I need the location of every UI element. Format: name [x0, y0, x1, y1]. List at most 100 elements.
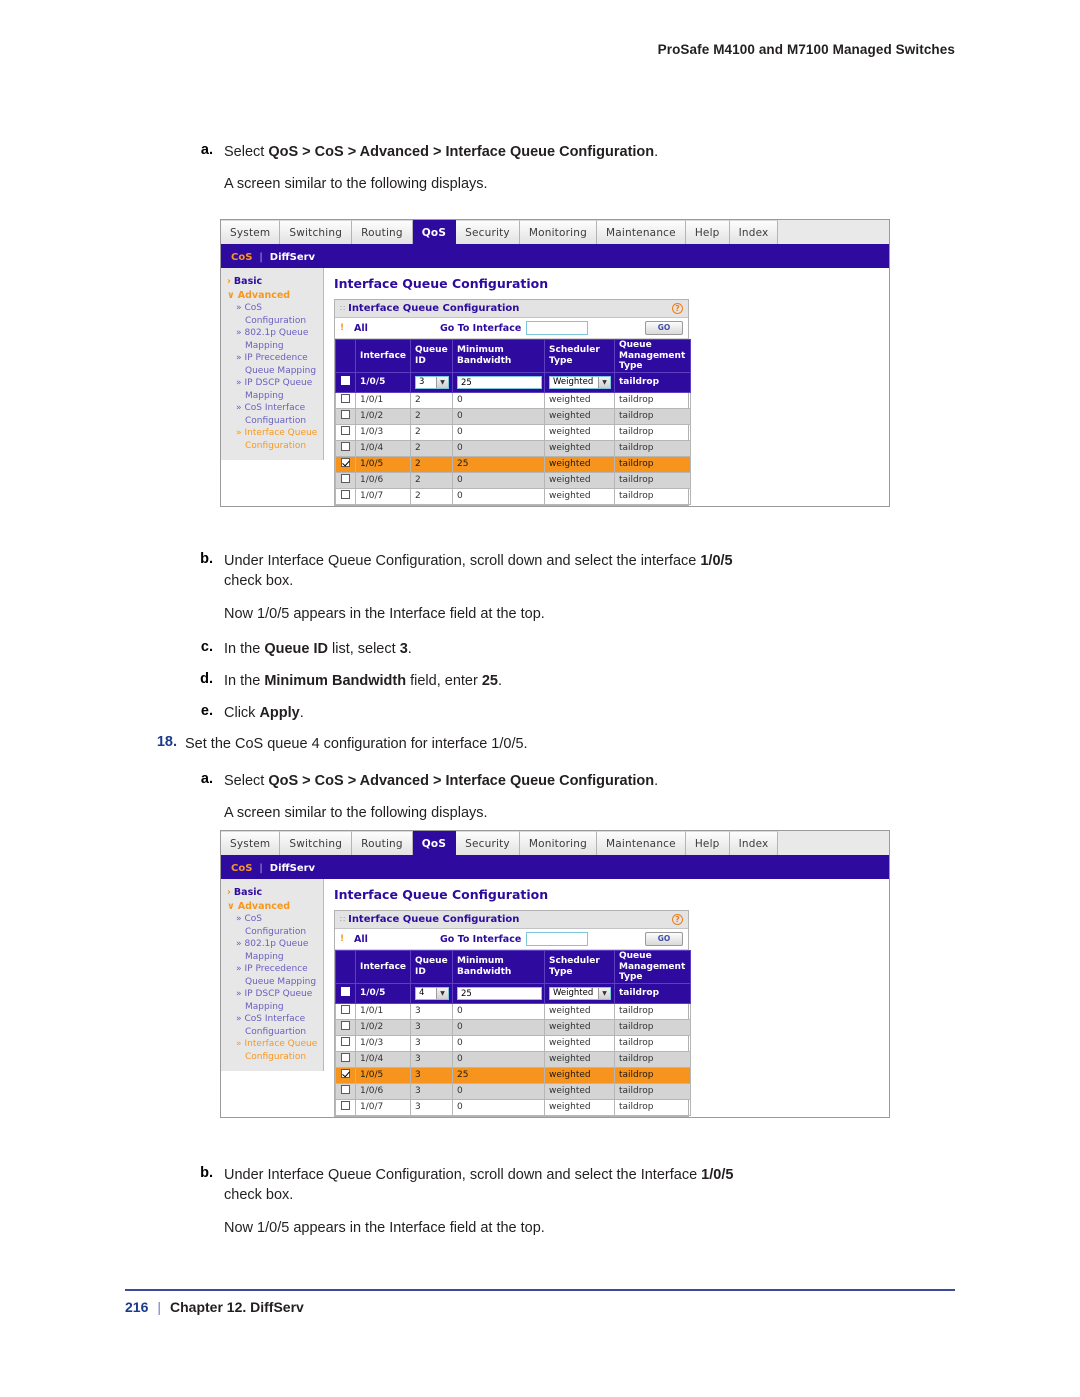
tab-switching[interactable]: Switching	[280, 831, 353, 855]
row-checkbox[interactable]	[341, 1069, 350, 1078]
tab-monitoring[interactable]: Monitoring	[519, 831, 597, 855]
table-row[interactable]: 1/0/5 2 25 weighted taildrop	[335, 455, 691, 473]
sidebar-item-cos[interactable]: » CoS Configuration	[227, 302, 323, 327]
row-checkbox-cell[interactable]	[335, 1018, 356, 1036]
row-checkbox[interactable]	[341, 442, 350, 451]
sidebar-item-ip-precedence[interactable]: » IP Precedence Queue Mapping	[227, 352, 323, 377]
tab-security[interactable]: Security	[456, 831, 520, 855]
row-checkbox[interactable]	[341, 1101, 350, 1110]
min-bandwidth-input[interactable]: 25	[457, 375, 542, 389]
table-row[interactable]: 1/0/6 3 0 weighted taildrop	[335, 1082, 691, 1100]
tab-system[interactable]: System	[221, 220, 281, 244]
sidebar-item-advanced[interactable]: ∨ Advanced	[227, 289, 323, 303]
row-checkbox[interactable]	[341, 410, 350, 419]
row-checkbox[interactable]	[341, 394, 350, 403]
table-row[interactable]: 1/0/2 2 0 weighted taildrop	[335, 407, 691, 425]
table-row[interactable]: 1/0/7 3 0 weighted taildrop	[335, 1098, 691, 1116]
sidebar-item-basic[interactable]: › Basic	[227, 886, 323, 900]
row-checkbox-cell[interactable]	[335, 1050, 356, 1068]
subnav-item-diffserv[interactable]: DiffServ	[270, 863, 315, 874]
tab-monitoring[interactable]: Monitoring	[519, 220, 597, 244]
sidebar-item-ip-precedence[interactable]: » IP Precedence Queue Mapping	[227, 963, 323, 988]
row-checkbox-cell[interactable]	[335, 1002, 356, 1020]
row-checkbox-cell[interactable]	[335, 371, 356, 393]
tab-maintenance[interactable]: Maintenance	[596, 220, 686, 244]
tab-help[interactable]: Help	[685, 831, 730, 855]
scheduler-type-select[interactable]: Weighted ▼	[549, 375, 611, 389]
tab-qos[interactable]: QoS	[412, 220, 457, 244]
table-row[interactable]: 1/0/3 3 0 weighted taildrop	[335, 1034, 691, 1052]
filter-all-label[interactable]: All	[354, 934, 440, 945]
table-row[interactable]: 1/0/1 3 0 weighted taildrop	[335, 1002, 691, 1020]
sidebar-item-802-1p-queue[interactable]: » 802.1p Queue Mapping	[227, 938, 323, 963]
go-button[interactable]: GO	[645, 321, 683, 335]
edit-min-bandwidth-cell[interactable]: 25	[452, 982, 545, 1004]
sidebar-item-interface-queue[interactable]: » Interface Queue Configuration	[227, 427, 323, 452]
min-bandwidth-input[interactable]: 25	[457, 986, 542, 1000]
queue-id-select[interactable]: 3 ▼	[415, 375, 449, 389]
subnav-item-cos[interactable]: CoS	[231, 863, 252, 874]
go-to-interface-input[interactable]	[526, 932, 589, 946]
edit-queue-id-cell[interactable]: 3 ▼	[410, 371, 453, 393]
tab-help[interactable]: Help	[685, 220, 730, 244]
sidebar-item-ip-dscp-queue[interactable]: » IP DSCP Queue Mapping	[227, 377, 323, 402]
subnav-item-cos[interactable]: CoS	[231, 252, 252, 263]
table-row[interactable]: 1/0/4 3 0 weighted taildrop	[335, 1050, 691, 1068]
row-checkbox-cell[interactable]	[335, 1034, 356, 1052]
row-checkbox[interactable]	[341, 1021, 350, 1030]
sidebar-item-advanced[interactable]: ∨ Advanced	[227, 900, 323, 914]
row-checkbox-cell[interactable]	[335, 982, 356, 1004]
table-row[interactable]: 1/0/4 2 0 weighted taildrop	[335, 439, 691, 457]
row-checkbox-cell[interactable]	[335, 1066, 356, 1084]
scheduler-type-select[interactable]: Weighted ▼	[549, 986, 611, 1000]
sidebar-item-cos[interactable]: » CoS Configuration	[227, 913, 323, 938]
table-row[interactable]: 1/0/1 2 0 weighted taildrop	[335, 391, 691, 409]
tab-index[interactable]: Index	[729, 831, 779, 855]
row-checkbox[interactable]	[341, 376, 350, 385]
tab-routing[interactable]: Routing	[352, 220, 413, 244]
queue-id-select[interactable]: 4 ▼	[415, 986, 449, 1000]
help-icon[interactable]: ?	[672, 914, 683, 925]
tab-security[interactable]: Security	[456, 220, 520, 244]
row-checkbox[interactable]	[341, 490, 350, 499]
help-icon[interactable]: ?	[672, 303, 683, 314]
sidebar-item-ip-dscp-queue[interactable]: » IP DSCP Queue Mapping	[227, 988, 323, 1013]
row-checkbox-cell[interactable]	[335, 423, 356, 441]
tab-index[interactable]: Index	[729, 220, 779, 244]
sidebar-item-802-1p-queue[interactable]: » 802.1p Queue Mapping	[227, 327, 323, 352]
tab-switching[interactable]: Switching	[280, 220, 353, 244]
row-checkbox-cell[interactable]	[335, 471, 356, 489]
subnav-item-diffserv[interactable]: DiffServ	[270, 252, 315, 263]
table-row[interactable]: 1/0/3 2 0 weighted taildrop	[335, 423, 691, 441]
tab-maintenance[interactable]: Maintenance	[596, 831, 686, 855]
row-checkbox-cell[interactable]	[335, 487, 356, 505]
row-checkbox[interactable]	[341, 1085, 350, 1094]
tab-system[interactable]: System	[221, 831, 281, 855]
row-checkbox-cell[interactable]	[335, 439, 356, 457]
row-checkbox-cell[interactable]	[335, 1098, 356, 1116]
sidebar-item-basic[interactable]: › Basic	[227, 275, 323, 289]
row-checkbox-cell[interactable]	[335, 1082, 356, 1100]
row-checkbox[interactable]	[341, 1053, 350, 1062]
table-row[interactable]: 1/0/7 2 0 weighted taildrop	[335, 487, 691, 505]
row-checkbox-cell[interactable]	[335, 391, 356, 409]
table-row[interactable]: 1/0/6 2 0 weighted taildrop	[335, 471, 691, 489]
row-checkbox-cell[interactable]	[335, 455, 356, 473]
edit-scheduler-cell[interactable]: Weighted ▼	[544, 982, 615, 1004]
row-checkbox[interactable]	[341, 474, 350, 483]
row-checkbox[interactable]	[341, 426, 350, 435]
table-row[interactable]: 1/0/2 3 0 weighted taildrop	[335, 1018, 691, 1036]
go-button[interactable]: GO	[645, 932, 683, 946]
filter-all-label[interactable]: All	[354, 323, 440, 334]
tab-qos[interactable]: QoS	[412, 831, 457, 855]
tab-routing[interactable]: Routing	[352, 831, 413, 855]
row-checkbox[interactable]	[341, 1005, 350, 1014]
sidebar-item-cos-interface[interactable]: » CoS Interface Configuartion	[227, 1013, 323, 1038]
edit-queue-id-cell[interactable]: 4 ▼	[410, 982, 453, 1004]
table-row[interactable]: 1/0/5 3 25 weighted taildrop	[335, 1066, 691, 1084]
sidebar-item-interface-queue[interactable]: » Interface Queue Configuration	[227, 1038, 323, 1063]
go-to-interface-input[interactable]	[526, 321, 589, 335]
edit-scheduler-cell[interactable]: Weighted ▼	[544, 371, 615, 393]
sidebar-item-cos-interface[interactable]: » CoS Interface Configuartion	[227, 402, 323, 427]
edit-row[interactable]: 1/0/5 4 ▼ 25 Weighted ▼ taildrop	[335, 982, 691, 1004]
